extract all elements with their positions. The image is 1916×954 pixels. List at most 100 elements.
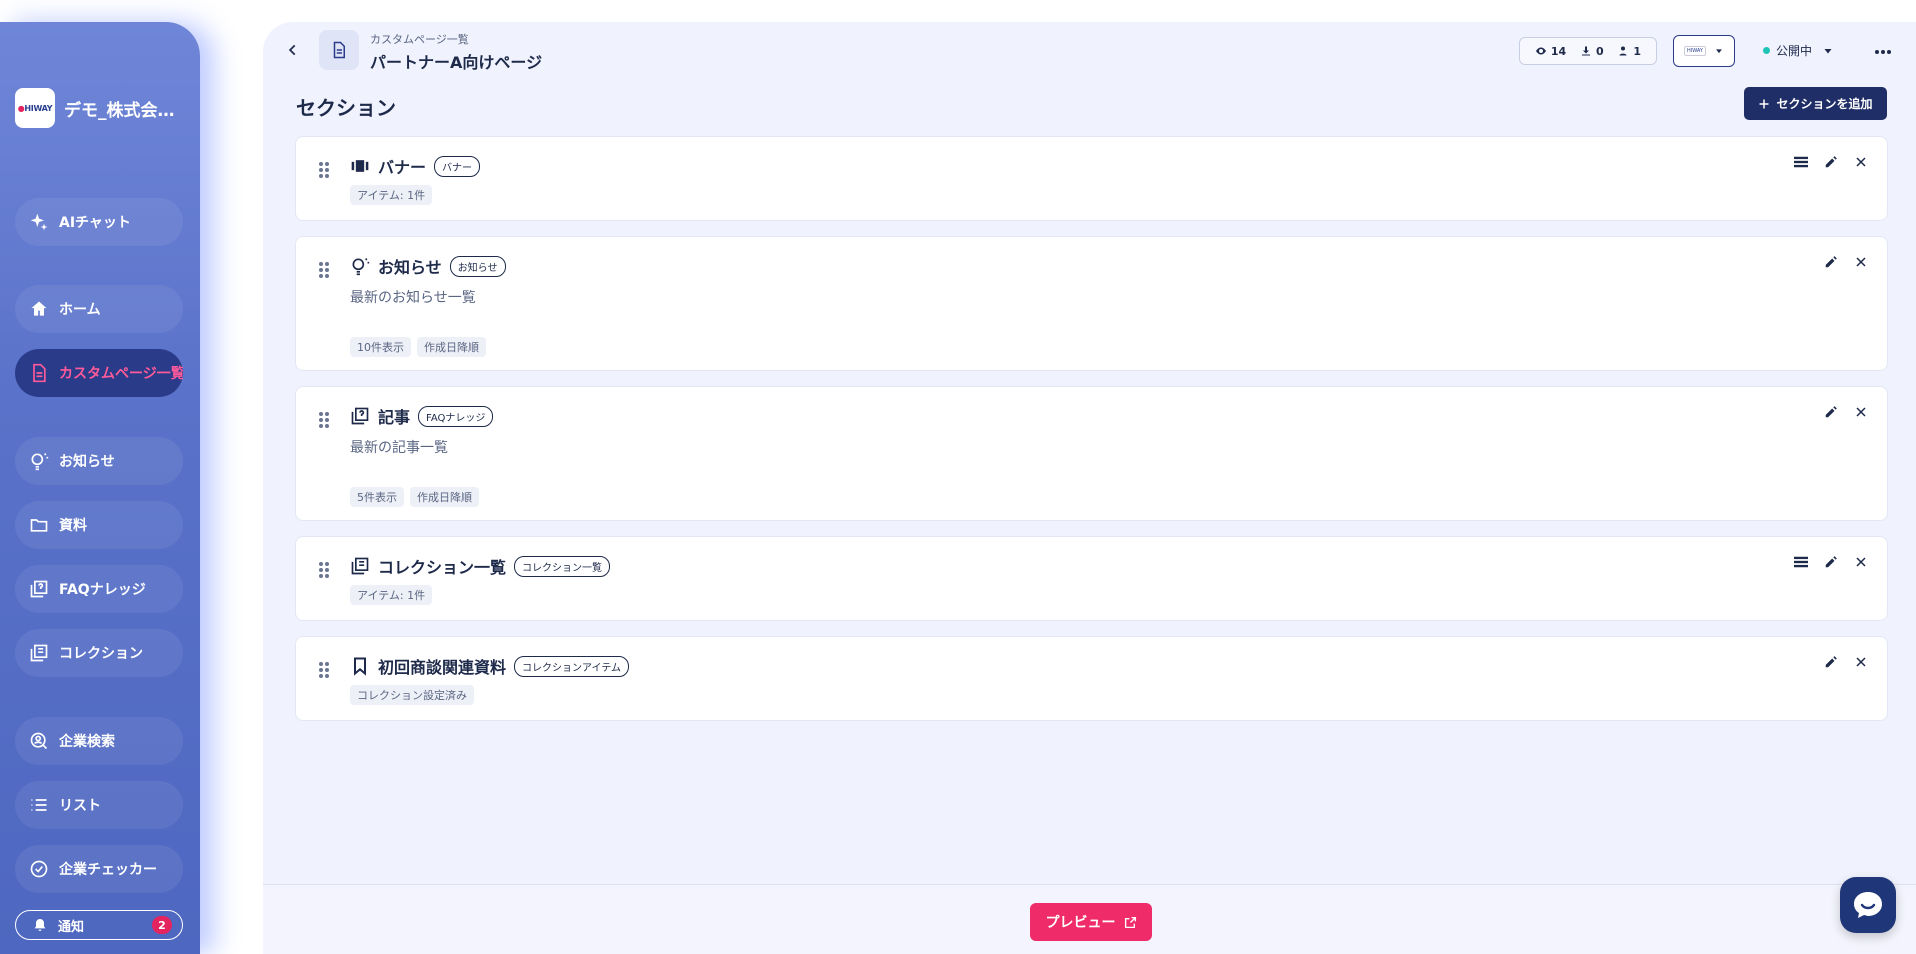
lightbulb-icon — [31, 453, 49, 471]
breadcrumb[interactable]: カスタムページ一覧 — [370, 31, 469, 47]
page-header: カスタムページ一覧 パートナーA向けページ 14 0 1 HIWAY 公開中 — [263, 22, 1916, 82]
more-options-button[interactable] — [1871, 40, 1895, 64]
card-header: 記事 FAQナレッジ — [350, 404, 494, 428]
delete-button[interactable] — [1853, 654, 1869, 670]
list-items-button[interactable] — [1793, 554, 1809, 570]
drag-handle-icon[interactable] — [318, 661, 330, 679]
delete-button[interactable] — [1853, 554, 1869, 570]
eye-icon — [1535, 47, 1546, 55]
edit-button[interactable] — [1823, 554, 1839, 570]
edit-button[interactable] — [1823, 654, 1839, 670]
publish-status-dropdown[interactable]: 公開中 — [1763, 42, 1834, 59]
sidebar-item-company-checker[interactable]: 企業チェッカー — [15, 845, 183, 893]
drag-handle-icon[interactable] — [318, 161, 330, 179]
faq-icon — [30, 580, 48, 598]
collection-icon — [351, 557, 369, 575]
notification-count-badge: 2 — [152, 916, 172, 934]
document-icon — [333, 41, 345, 59]
meta-chip: コレクション設定済み — [350, 685, 474, 705]
sidebar-item-label: 企業検索 — [59, 734, 115, 750]
sidebar-item-materials[interactable]: 資料 — [15, 501, 183, 549]
sidebar-item-collection[interactable]: コレクション — [15, 629, 183, 677]
preview-button[interactable]: プレビュー — [1030, 903, 1152, 941]
faq-icon — [351, 407, 369, 425]
card-meta: 10件表示 作成日降順 — [350, 337, 486, 357]
partner-select[interactable]: HIWAY — [1673, 35, 1735, 67]
chat-support-button[interactable] — [1840, 877, 1896, 933]
partner-logo: HIWAY — [1684, 46, 1706, 56]
delete-button[interactable] — [1853, 254, 1869, 270]
close-icon — [1856, 407, 1866, 417]
sidebar-item-home[interactable]: ホーム — [15, 285, 183, 333]
close-icon — [1856, 657, 1866, 667]
card-actions — [1823, 404, 1869, 420]
pencil-icon — [1825, 656, 1837, 668]
company-search-icon — [30, 732, 48, 750]
plus-icon — [1759, 99, 1769, 108]
person-icon — [1619, 46, 1627, 56]
brand[interactable]: ●HIWAY デモ_株式会社HIWAY — [15, 88, 195, 128]
footer-bar: プレビュー — [263, 884, 1916, 954]
delete-button[interactable] — [1853, 154, 1869, 170]
edit-button[interactable] — [1823, 154, 1839, 170]
sidebar-item-company-search[interactable]: 企業検索 — [15, 717, 183, 765]
list-items-button[interactable] — [1793, 154, 1809, 170]
lightbulb-icon — [352, 258, 370, 276]
card-meta: コレクション設定済み — [350, 685, 474, 705]
card-title: 記事 — [378, 408, 411, 427]
sidebar-item-label: コレクション — [59, 646, 143, 662]
drag-handle-icon[interactable] — [318, 411, 330, 429]
back-button[interactable] — [283, 40, 303, 60]
close-icon — [1856, 257, 1866, 267]
list-icon — [31, 799, 47, 811]
add-section-button[interactable]: セクションを追加 — [1744, 87, 1887, 120]
card-title: コレクション一覧 — [378, 558, 507, 577]
home-icon — [31, 301, 47, 316]
sidebar-item-faq[interactable]: FAQナレッジ — [15, 565, 183, 613]
card-header: コレクション一覧 コレクション一覧 — [350, 554, 611, 578]
card-description: 最新の記事一覧 — [350, 440, 448, 456]
download-icon — [1581, 46, 1590, 56]
section-card-news[interactable]: お知らせ お知らせ 最新のお知らせ一覧 10件表示 作成日降順 — [295, 236, 1888, 371]
caret-down-icon — [1824, 48, 1832, 53]
section-heading: セクション — [296, 96, 396, 120]
meta-chip: 5件表示 — [350, 487, 404, 507]
section-card-collection-list[interactable]: コレクション一覧 コレクション一覧 アイテム: 1件 — [295, 536, 1888, 621]
sidebar-item-label: 資料 — [59, 518, 87, 534]
sidebar-item-ai-chat[interactable]: AIチャット — [15, 198, 183, 246]
banner-icon — [351, 160, 369, 172]
bookmark-icon — [354, 657, 366, 676]
close-icon — [1856, 557, 1866, 567]
meta-chip: アイテム: 1件 — [350, 585, 433, 605]
list-icon — [1794, 556, 1808, 568]
section-type-tag: コレクション一覧 — [514, 555, 611, 577]
main-panel: カスタムページ一覧 パートナーA向けページ 14 0 1 HIWAY 公開中 セ… — [263, 22, 1916, 954]
edit-button[interactable] — [1823, 254, 1839, 270]
meta-chip: アイテム: 1件 — [350, 185, 433, 205]
sidebar-item-label: リスト — [59, 798, 101, 814]
folder-icon — [30, 519, 48, 532]
document-icon — [33, 363, 46, 383]
section-card-articles[interactable]: 記事 FAQナレッジ 最新の記事一覧 5件表示 作成日降順 — [295, 386, 1888, 521]
delete-button[interactable] — [1853, 404, 1869, 420]
section-type-tag: FAQナレッジ — [418, 405, 494, 427]
sidebar-item-news[interactable]: お知らせ — [15, 437, 183, 485]
card-title: バナー — [378, 158, 427, 177]
sidebar-item-custom-pages[interactable]: カスタムページ一覧 — [15, 349, 183, 397]
section-card-collection-item[interactable]: 初回商談関連資料 コレクションアイテム コレクション設定済み — [295, 636, 1888, 721]
card-meta: 5件表示 作成日降順 — [350, 487, 479, 507]
card-actions — [1823, 654, 1869, 670]
drag-handle-icon[interactable] — [318, 261, 330, 279]
pencil-icon — [1825, 556, 1837, 568]
more-horizontal-icon — [1875, 50, 1891, 54]
views-stat: 14 — [1535, 45, 1566, 58]
drag-handle-icon[interactable] — [318, 561, 330, 579]
edit-button[interactable] — [1823, 404, 1839, 420]
section-card-banner[interactable]: バナー バナー アイテム: 1件 — [295, 136, 1888, 221]
sidebar-item-list[interactable]: リスト — [15, 781, 183, 829]
pencil-icon — [1825, 256, 1837, 268]
card-actions — [1793, 154, 1869, 170]
status-label: 公開中 — [1776, 44, 1813, 58]
notification-button[interactable]: 通知 2 — [15, 910, 183, 940]
pencil-icon — [1825, 406, 1837, 418]
